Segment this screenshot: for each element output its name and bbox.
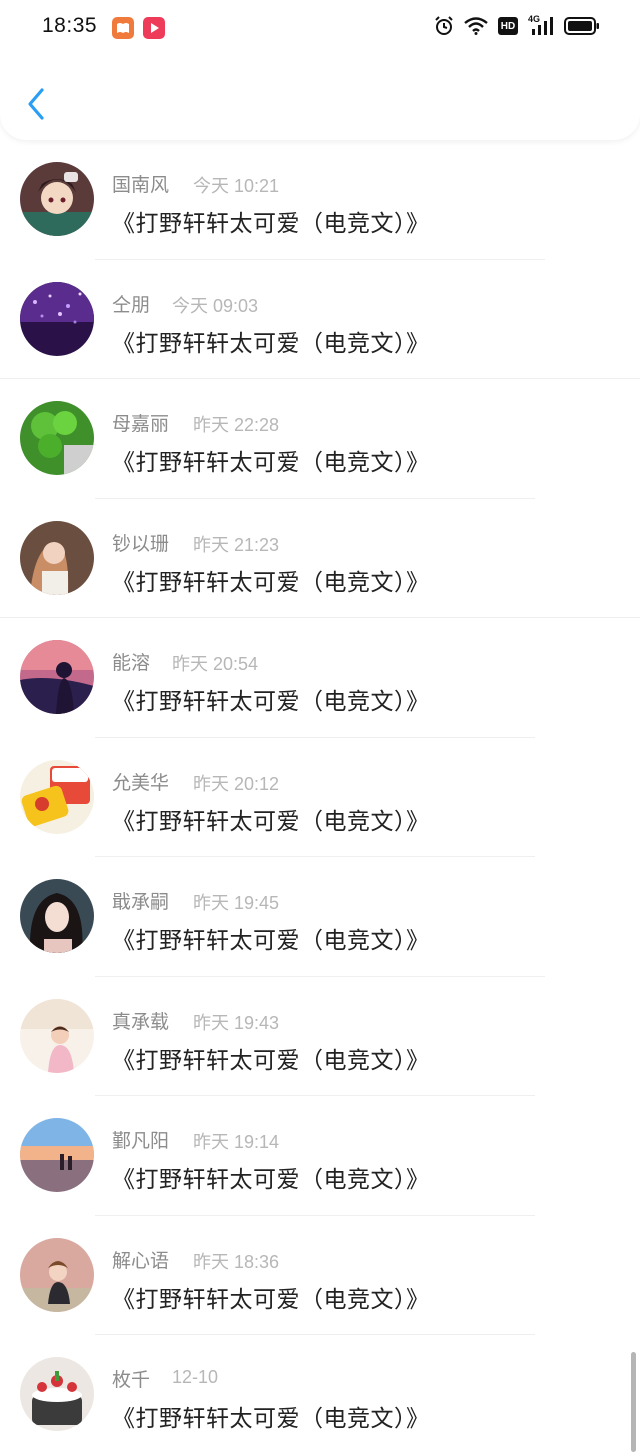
wifi-icon — [464, 17, 488, 35]
message-row[interactable]: 真承载 昨天 19:43 《打野轩轩太可爱（电竞文）》 — [0, 977, 640, 1096]
message-time: 今天 10:21 — [193, 176, 280, 196]
kid-outdoor-avatar[interactable] — [20, 1237, 94, 1312]
message-row[interactable]: 鄞凡阳 昨天 19:14 《打野轩轩太可爱（电竞文）》 — [0, 1096, 640, 1216]
message-row[interactable]: 解心语 昨天 18:36 《打野轩轩太可爱（电竞文）》 — [0, 1216, 640, 1335]
beach-sunset-avatar[interactable] — [20, 1118, 94, 1192]
child-avatar[interactable] — [20, 998, 94, 1073]
message-text: 《打野轩轩太可爱（电竞文）》 — [112, 569, 430, 596]
message-row[interactable]: 允美华 昨天 20:12 《打野轩轩太可爱（电竞文）》 — [0, 738, 640, 857]
alarm-icon — [434, 16, 454, 36]
sender-name: 仝朋 — [112, 293, 151, 316]
sender-name: 国南风 — [112, 174, 170, 196]
hd-icon: HD — [498, 17, 518, 35]
message-row[interactable]: 国南风 今天 10:21 《打野轩轩太可爱（电竞文）》 — [0, 140, 640, 260]
message-row[interactable]: 能溶 昨天 20:54 《打野轩轩太可爱（电竞文）》 — [0, 618, 640, 738]
scrollbar[interactable] — [631, 1352, 636, 1452]
message-row[interactable]: 钞以珊 昨天 21:23 《打野轩轩太可爱（电竞文）》 — [0, 499, 640, 618]
chevron-left-icon — [28, 88, 44, 120]
video-app-icon — [143, 17, 165, 39]
status-icons: HD 4G — [434, 14, 600, 36]
purple-glitter-avatar[interactable] — [20, 281, 94, 356]
silhouette-avatar[interactable] — [20, 640, 94, 714]
message-row[interactable]: 母嘉丽 昨天 22:28 《打野轩轩太可爱（电竞文）》 — [0, 379, 640, 499]
message-time: 昨天 20:12 — [193, 773, 280, 794]
clover-avatar[interactable] — [20, 401, 94, 475]
message-text: 《打野轩轩太可爱（电竞文）》 — [112, 808, 430, 835]
message-time: 12-10 — [172, 1367, 219, 1387]
sender-name: 能溶 — [112, 652, 151, 674]
girl-portrait-avatar[interactable] — [20, 520, 94, 595]
message-time: 昨天 20:54 — [172, 654, 259, 674]
signal-4g-icon: 4G — [528, 14, 554, 36]
cake-avatar[interactable] — [20, 1357, 94, 1431]
sender-name: 真承载 — [112, 1010, 170, 1033]
message-text: 《打野轩轩太可爱（电竞文）》 — [112, 928, 430, 954]
message-list: 国南风 今天 10:21 《打野轩轩太可爱（电竞文）》 仝朋 今天 09:03 … — [0, 140, 640, 1455]
sender-name: 母嘉丽 — [112, 413, 170, 435]
message-text: 《打野轩轩太可爱（电竞文）》 — [112, 1286, 430, 1313]
message-text: 《打野轩轩太可爱（电竞文）》 — [112, 330, 430, 357]
message-row[interactable]: 枚千 12-10 《打野轩轩太可爱（电竞文）》 — [0, 1335, 640, 1455]
message-time: 昨天 19:45 — [193, 893, 280, 913]
sender-name: 钞以珊 — [112, 532, 170, 555]
message-text: 《打野轩轩太可爱（电竞文）》 — [112, 450, 430, 476]
message-row[interactable]: 戢承嗣 昨天 19:45 《打野轩轩太可爱（电竞文）》 — [0, 857, 640, 977]
cartoon-food-avatar[interactable] — [20, 759, 94, 834]
message-time: 昨天 19:43 — [193, 1012, 280, 1033]
anime-character-avatar[interactable] — [20, 162, 94, 236]
status-bar: 18:35 HD 4G — [0, 0, 640, 56]
message-text: 《打野轩轩太可爱（电竞文）》 — [112, 689, 430, 715]
sender-name: 鄞凡阳 — [112, 1130, 170, 1152]
message-row[interactable]: 仝朋 今天 09:03 《打野轩轩太可爱（电竞文）》 — [0, 260, 640, 379]
message-text: 《打野轩轩太可爱（电竞文）》 — [112, 1167, 430, 1193]
message-text: 《打野轩轩太可爱（电竞文）》 — [112, 1406, 430, 1432]
message-text: 《打野轩轩太可爱（电竞文）》 — [112, 1047, 430, 1074]
status-time: 18:35 — [42, 14, 98, 37]
message-time: 今天 09:03 — [172, 295, 259, 316]
message-time: 昨天 18:36 — [193, 1251, 280, 1272]
sender-name: 允美华 — [112, 771, 170, 794]
message-text: 《打野轩轩太可爱（电竞文）》 — [112, 211, 430, 237]
message-time: 昨天 21:23 — [193, 534, 280, 555]
message-time: 昨天 19:14 — [193, 1132, 280, 1152]
top-bar: 18:35 HD 4G — [0, 0, 640, 140]
sender-name: 解心语 — [112, 1249, 170, 1272]
reader-app-icon — [112, 17, 134, 39]
message-time: 昨天 22:28 — [193, 415, 280, 435]
woman-portrait-avatar[interactable] — [20, 879, 94, 953]
back-button[interactable] — [22, 86, 50, 122]
sender-name: 戢承嗣 — [112, 891, 170, 913]
battery-icon — [564, 17, 600, 35]
sender-name: 枚千 — [112, 1369, 151, 1391]
